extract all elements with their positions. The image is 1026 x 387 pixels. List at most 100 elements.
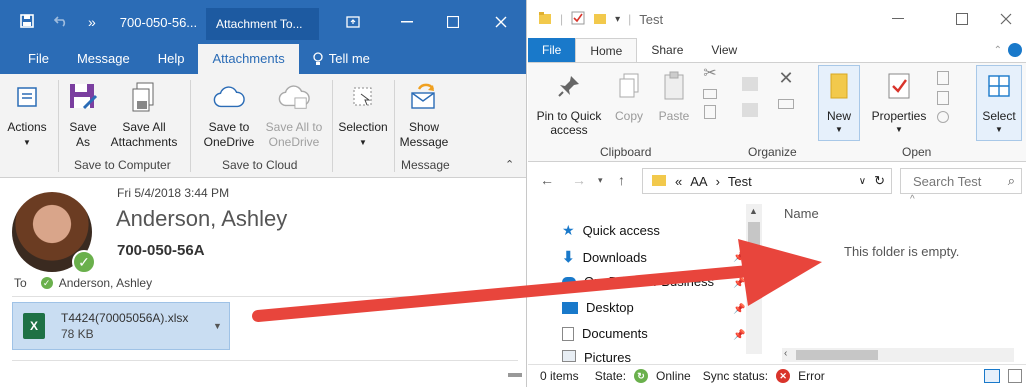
desktop-icon [562, 301, 578, 314]
save-icon[interactable] [20, 13, 34, 31]
tab-home[interactable]: Home [575, 38, 638, 62]
message-header: ✓ Fri 5/4/2018 3:44 PM Anderson, Ashley … [0, 178, 526, 381]
title-separator: | [560, 12, 564, 26]
scroll-left-icon[interactable]: ‹ [784, 348, 787, 359]
column-header-name[interactable]: Name [784, 206, 819, 221]
undo-icon[interactable] [53, 14, 68, 30]
properties-quick-icon[interactable] [571, 11, 585, 28]
large-icons-view-icon[interactable] [1008, 369, 1022, 383]
properties-button[interactable]: Properties ▼ [868, 67, 930, 137]
group-save-to-computer: Save to Computer [74, 158, 171, 172]
copy-label: Copy [614, 109, 643, 123]
outlook-window: » 700-050-56... Attachment To... File Me… [0, 0, 527, 387]
tab-share[interactable]: Share [637, 38, 697, 62]
forward-icon[interactable]: → [572, 172, 586, 188]
new-folder-quick-icon[interactable] [593, 11, 607, 28]
move-to-button[interactable] [738, 67, 762, 117]
selection-label: Selection [338, 120, 388, 134]
excel-file-icon: X [23, 313, 45, 339]
paste-button[interactable]: Paste [654, 67, 694, 123]
address-overflow[interactable]: « [675, 174, 682, 189]
attachment-tools-context-tab[interactable]: Attachment To... [206, 8, 319, 40]
new-button[interactable]: New ▼ [820, 67, 858, 137]
ribbon-display-icon[interactable] [330, 0, 376, 44]
documents-icon [562, 326, 574, 341]
address-input[interactable]: « AA › Test ∨ ↻ [642, 168, 892, 194]
more-commands-icon[interactable]: » [88, 14, 96, 30]
recipient-name[interactable]: Anderson, Ashley [59, 276, 152, 290]
horizontal-scrollbar[interactable]: ‹ [782, 348, 1014, 362]
sidebar-item-label: Pictures [584, 350, 631, 362]
pin-to-quick-access-button[interactable]: Pin to Quick access [534, 67, 604, 137]
minimize-icon[interactable] [878, 0, 918, 38]
save-all-to-onedrive-button[interactable]: Save All to OneDrive [262, 78, 326, 150]
sidebar-item-pictures[interactable]: Pictures [562, 350, 631, 362]
pin-icon [553, 67, 585, 105]
delete-button[interactable]: ✕ [774, 67, 798, 109]
search-input[interactable]: Search Test ⌕ [900, 168, 1022, 194]
breadcrumb-aa[interactable]: AA [690, 174, 707, 189]
maximize-icon[interactable] [430, 0, 476, 44]
copy-button[interactable]: Copy [612, 67, 646, 123]
sidebar-item-label: Quick access [582, 223, 660, 238]
properties-icon [883, 67, 915, 105]
sender-name[interactable]: Anderson, Ashley [116, 206, 287, 232]
tab-view[interactable]: View [697, 38, 751, 62]
open-button[interactable] [932, 67, 954, 123]
back-icon[interactable]: ← [540, 172, 554, 188]
sidebar-item-downloads[interactable]: ⬇ Downloads [562, 248, 647, 266]
show-message-label: Show Message [399, 120, 449, 149]
sidebar-item-desktop[interactable]: Desktop [562, 300, 634, 315]
minimize-icon[interactable] [384, 0, 430, 44]
ribbon-separator [332, 80, 333, 172]
cloud-save-icon [278, 78, 310, 116]
cut-button[interactable]: ✂ [698, 66, 722, 119]
tab-file[interactable]: File [528, 38, 576, 62]
scroll-up-icon[interactable]: ▲ [749, 206, 758, 216]
customize-quick-access-icon[interactable]: ▾ [615, 14, 620, 25]
nav-pane-scrollbar[interactable]: ▲ [746, 204, 762, 354]
scrollbar-thumb[interactable] [748, 222, 760, 258]
close-icon[interactable] [986, 0, 1026, 38]
maximize-icon[interactable] [942, 0, 982, 38]
breadcrumb-test[interactable]: Test [728, 174, 752, 189]
save-as-label: Save As [69, 120, 97, 149]
search-placeholder: Search Test [913, 173, 982, 189]
outlook-tab-bar: File Message Help Attachments Tell me [0, 44, 526, 74]
attachment-size: 78 KB [61, 327, 94, 341]
sidebar-item-onedrive-for-business[interactable]: OneDrive for Business [562, 274, 714, 289]
tab-file[interactable]: File [14, 44, 63, 74]
save-as-button[interactable]: Save As [64, 78, 102, 150]
close-icon[interactable] [478, 0, 524, 44]
recent-locations-icon[interactable]: ▾ [598, 175, 603, 186]
sync-status-label: Sync status: [702, 369, 769, 383]
save-all-attachments-button[interactable]: Save All Attachments [104, 78, 184, 150]
up-icon[interactable]: ↑ [618, 172, 625, 188]
attachment-item[interactable]: X T4424(70005056A).xlsx 78 KB ▼ [12, 302, 230, 350]
select-button[interactable]: Select ▼ [978, 67, 1020, 137]
show-message-button[interactable]: Show Message [396, 78, 452, 150]
expand-ribbon-icon[interactable]: ⌃ [994, 45, 1002, 56]
save-all-label: Save All Attachments [110, 120, 178, 149]
help-icon[interactable] [1008, 43, 1022, 57]
attachment-dropdown-icon[interactable]: ▼ [213, 321, 222, 331]
window-title: 700-050-56... [119, 14, 198, 30]
collapse-ribbon-icon[interactable]: ⌃ [505, 158, 514, 171]
pin-icon: 📌 [733, 278, 746, 289]
tab-message[interactable]: Message [63, 44, 144, 74]
tab-tell-me[interactable]: Tell me [299, 44, 384, 74]
details-view-icon[interactable] [984, 369, 1000, 383]
scrollbar[interactable] [508, 373, 522, 377]
tab-help[interactable]: Help [144, 44, 199, 74]
scrollbar-thumb[interactable] [796, 350, 878, 360]
selection-button[interactable]: Selection ▼ [336, 78, 390, 150]
sidebar-item-documents[interactable]: Documents [562, 326, 648, 341]
save-to-onedrive-button[interactable]: Save to OneDrive [196, 78, 262, 150]
tab-attachments[interactable]: Attachments [198, 44, 299, 74]
address-dropdown-icon[interactable]: ∨ [859, 176, 866, 187]
refresh-icon[interactable]: ↻ [874, 173, 891, 189]
actions-button[interactable]: Actions ▼ [6, 78, 48, 150]
chevron-down-icon: ▼ [23, 138, 31, 147]
sidebar-item-quick-access[interactable]: ★ Quick access [562, 222, 660, 239]
explorer-window-title: Test [639, 11, 664, 27]
